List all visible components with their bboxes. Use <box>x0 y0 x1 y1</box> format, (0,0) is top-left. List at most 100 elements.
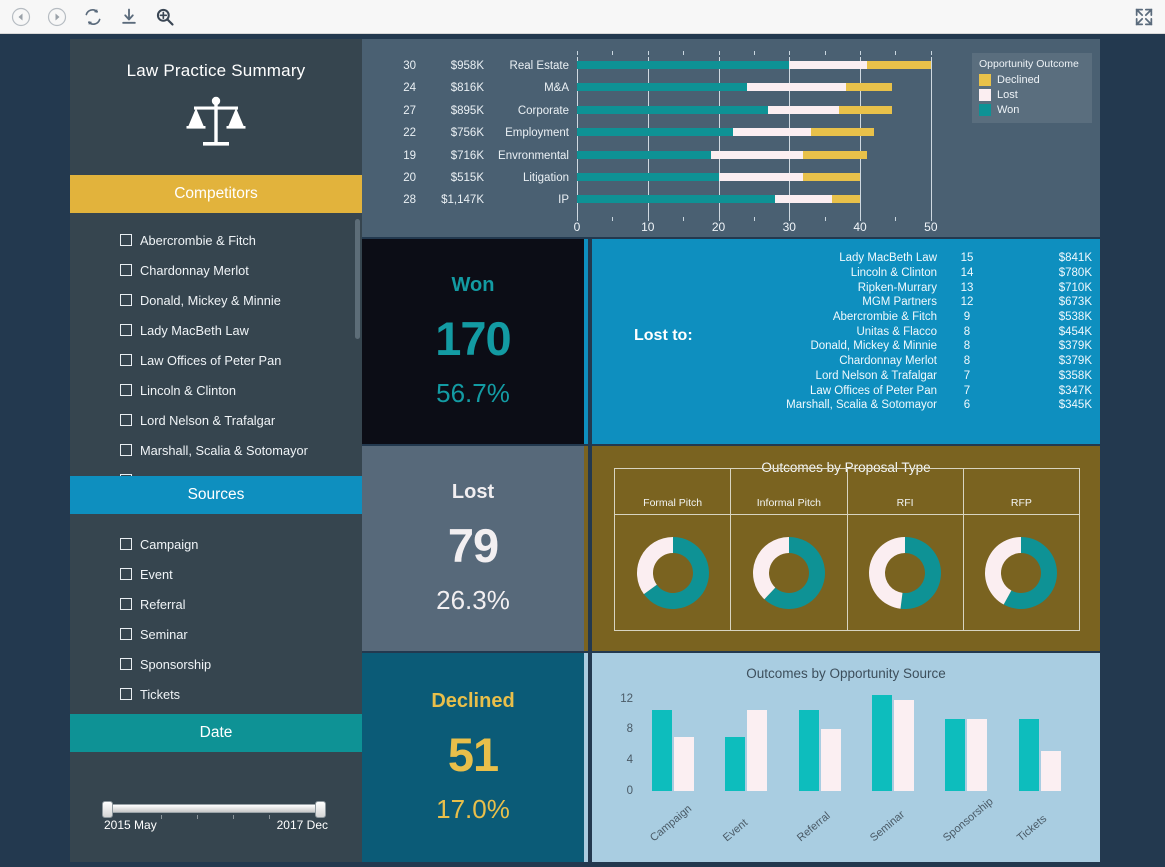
competitor-item-4[interactable]: Law Offices of Peter Pan <box>70 345 362 375</box>
checkbox-icon[interactable] <box>120 598 132 610</box>
checkbox-icon[interactable] <box>120 264 132 276</box>
bar-lost[interactable] <box>674 737 694 791</box>
competitors-list[interactable]: Abercrombie & Fitch Chardonnay Merlot Dona… <box>70 213 362 476</box>
bar-segment-declined[interactable] <box>838 105 892 114</box>
legend-entry-declined[interactable]: Declined <box>979 74 1085 86</box>
competitor-item-2[interactable]: Donald, Mickey & Minnie <box>70 285 362 315</box>
filter-header-competitors[interactable]: Competitors <box>70 175 362 213</box>
bar-segment-declined[interactable] <box>845 83 892 92</box>
filter-header-date[interactable]: Date <box>70 714 362 752</box>
lost-to-row[interactable]: Marshall, Scalia & Sotomayor 6 $345K <box>692 398 1092 413</box>
bar-won[interactable] <box>945 719 966 791</box>
lost-to-row[interactable]: Donald, Mickey & Minnie 8 $379K <box>692 339 1092 354</box>
bar-segment-declined[interactable] <box>803 150 868 159</box>
kpi-lost[interactable]: Lost 79 26.3% <box>362 446 588 651</box>
bar-lost[interactable] <box>967 719 988 791</box>
lost-to-row[interactable]: Law Offices of Peter Pan 7 $347K <box>692 383 1092 398</box>
checkbox-icon[interactable] <box>120 658 132 670</box>
donut-chart[interactable] <box>865 515 945 630</box>
sources-list[interactable]: Campaign Event Referral Seminar Sponsorship T… <box>70 514 362 714</box>
bar-segment-lost[interactable] <box>732 128 811 137</box>
bar-segment-lost[interactable] <box>775 195 832 204</box>
bar-segment-won[interactable] <box>577 195 776 204</box>
source-item-3[interactable]: Seminar <box>70 619 362 649</box>
checkbox-icon[interactable] <box>120 538 132 550</box>
bar-lost[interactable] <box>894 700 914 791</box>
source-item-5[interactable]: Tickets <box>70 679 362 709</box>
bar-segment-declined[interactable] <box>867 61 931 69</box>
competitor-item-5[interactable]: Lincoln & Clinton <box>70 375 362 405</box>
checkbox-icon[interactable] <box>120 688 132 700</box>
checkbox-icon[interactable] <box>120 444 132 456</box>
lost-to-row[interactable]: Lady MacBeth Law 15 $841K <box>692 251 1092 266</box>
forward-icon[interactable] <box>46 6 68 28</box>
bar-lost[interactable] <box>747 710 768 791</box>
refresh-icon[interactable] <box>82 6 104 28</box>
donut-category-label: Formal Pitch <box>615 469 731 515</box>
bar-segment-lost[interactable] <box>746 83 846 92</box>
checkbox-icon[interactable] <box>120 294 132 306</box>
bar-lost[interactable] <box>1040 751 1061 791</box>
lost-to-row[interactable]: Chardonnay Merlot 8 $379K <box>692 354 1092 369</box>
checkbox-icon[interactable] <box>120 474 132 476</box>
bar-segment-won[interactable] <box>577 61 790 69</box>
donut-chart[interactable] <box>981 515 1061 630</box>
fullscreen-icon[interactable] <box>1133 6 1155 28</box>
checkbox-icon[interactable] <box>120 234 132 246</box>
bar-won[interactable] <box>652 710 672 791</box>
back-icon[interactable] <box>10 6 32 28</box>
bar-segment-won[interactable] <box>577 173 719 181</box>
competitor-item-0[interactable]: Abercrombie & Fitch <box>70 225 362 255</box>
kpi-won[interactable]: Won 170 56.7% <box>362 239 588 444</box>
lost-to-row[interactable]: MGM Partners 12 $673K <box>692 295 1092 310</box>
bar-segment-lost[interactable] <box>789 61 868 69</box>
zoom-in-icon[interactable] <box>154 6 176 28</box>
source-item-1[interactable]: Event <box>70 559 362 589</box>
date-range-slider[interactable] <box>102 801 326 819</box>
bar-segment-won[interactable] <box>577 128 733 137</box>
bar-segment-declined[interactable] <box>803 173 861 181</box>
legend-entry-won[interactable]: Won <box>979 104 1085 116</box>
bar-won[interactable] <box>1018 719 1039 791</box>
competitor-item-6[interactable]: Lord Nelson & Trafalgar <box>70 405 362 435</box>
source-item-4[interactable]: Sponsorship <box>70 649 362 679</box>
download-icon[interactable] <box>118 6 140 28</box>
lost-to-row[interactable]: Unitas & Flacco 8 $454K <box>692 324 1092 339</box>
bar-segment-won[interactable] <box>577 105 769 114</box>
legend-entry-lost[interactable]: Lost <box>979 89 1085 101</box>
lost-to-row[interactable]: Ripken-Murrary 13 $710K <box>692 280 1092 295</box>
checkbox-icon[interactable] <box>120 628 132 640</box>
competitor-item-7[interactable]: Marshall, Scalia & Sotomayor <box>70 435 362 465</box>
filter-header-sources[interactable]: Sources <box>70 476 362 514</box>
bar-segment-won[interactable] <box>577 150 712 159</box>
lost-to-row[interactable]: Abercrombie & Fitch 9 $538K <box>692 310 1092 325</box>
kpi-declined[interactable]: Declined 51 17.0% <box>362 653 588 862</box>
bar-segment-declined[interactable] <box>831 195 861 204</box>
bar-won[interactable] <box>798 710 819 791</box>
date-slider-handle-min[interactable] <box>102 801 113 818</box>
bar-won[interactable] <box>725 737 746 791</box>
checkbox-icon[interactable] <box>120 414 132 426</box>
donut-chart[interactable] <box>749 515 829 630</box>
competitors-scrollbar[interactable] <box>355 219 360 339</box>
lost-to-row[interactable]: Lincoln & Clinton 14 $780K <box>692 266 1092 281</box>
bar-won[interactable] <box>872 694 892 791</box>
bar-segment-lost[interactable] <box>711 150 804 159</box>
bar-lost[interactable] <box>820 729 841 791</box>
source-item-2[interactable]: Referral <box>70 589 362 619</box>
bar-segment-won[interactable] <box>577 83 747 92</box>
donut-chart[interactable] <box>633 515 713 630</box>
bar-segment-lost[interactable] <box>768 105 839 114</box>
date-slider-handle-max[interactable] <box>315 801 326 818</box>
bar-segment-declined[interactable] <box>810 128 875 137</box>
lost-to-row[interactable]: Lord Nelson & Trafalgar 7 $358K <box>692 369 1092 384</box>
competitor-item-8[interactable]: MGM Partners <box>70 465 362 476</box>
competitor-item-1[interactable]: Chardonnay Merlot <box>70 255 362 285</box>
checkbox-icon[interactable] <box>120 568 132 580</box>
checkbox-icon[interactable] <box>120 324 132 336</box>
checkbox-icon[interactable] <box>120 354 132 366</box>
bar-segment-lost[interactable] <box>718 173 804 181</box>
competitor-item-3[interactable]: Lady MacBeth Law <box>70 315 362 345</box>
source-item-0[interactable]: Campaign <box>70 529 362 559</box>
checkbox-icon[interactable] <box>120 384 132 396</box>
